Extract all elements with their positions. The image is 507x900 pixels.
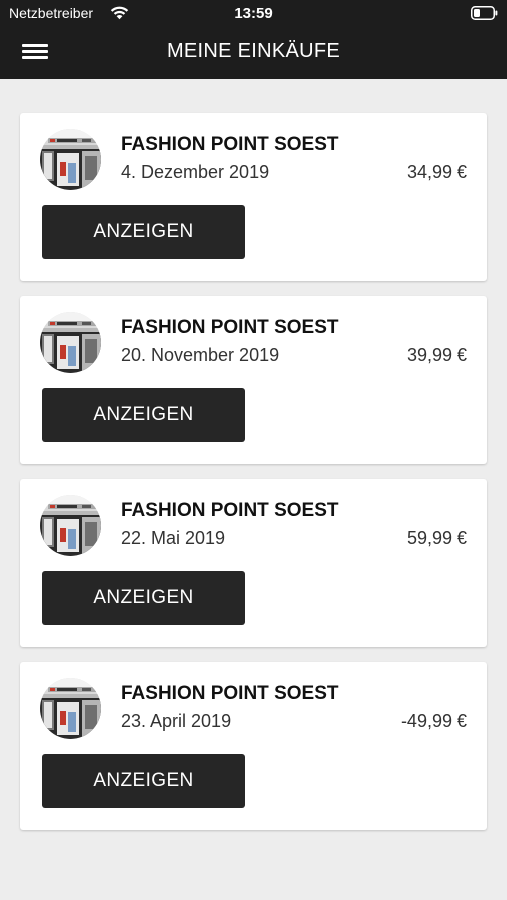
purchase-date: 23. April 2019 <box>121 711 232 731</box>
view-button[interactable]: ANZEIGEN <box>42 388 245 442</box>
view-button[interactable]: ANZEIGEN <box>42 205 245 259</box>
purchase-date: 4. Dezember 2019 <box>121 162 270 182</box>
store-avatar <box>40 495 101 556</box>
purchase-card: FASHION POINT SOEST 22. Mai 2019 59,99 €… <box>20 479 487 647</box>
store-avatar <box>40 678 101 739</box>
view-button[interactable]: ANZEIGEN <box>42 571 245 625</box>
store-name: FASHION POINT SOEST <box>121 317 339 338</box>
purchase-date: 20. November 2019 <box>121 345 280 365</box>
purchase-card: FASHION POINT SOEST 20. November 2019 39… <box>20 296 487 464</box>
purchase-card: FASHION POINT SOEST 4. Dezember 2019 34,… <box>20 113 487 281</box>
store-name: FASHION POINT SOEST <box>121 683 339 704</box>
page-title: MEINE EINKÄUFE <box>166 40 341 62</box>
purchase-amount: -49,99 € <box>400 711 467 731</box>
purchase-date: 22. Mai 2019 <box>121 528 226 548</box>
purchase-amount: 39,99 € <box>406 345 467 365</box>
purchase-amount: 34,99 € <box>406 162 467 182</box>
view-button[interactable]: ANZEIGEN <box>42 754 245 808</box>
battery-icon <box>471 6 498 20</box>
store-name: FASHION POINT SOEST <box>121 500 339 521</box>
status-time: 13:59 <box>234 5 273 22</box>
purchase-list: FASHION POINT SOEST 4. Dezember 2019 34,… <box>20 113 487 845</box>
app-header: Netzbetreiber 13:59 MEINE EINKÄUFE <box>0 0 507 79</box>
store-avatar <box>40 312 101 373</box>
store-avatar <box>40 129 101 190</box>
store-name: FASHION POINT SOEST <box>121 134 339 155</box>
status-bar: Netzbetreiber 13:59 <box>0 0 507 28</box>
purchase-card: FASHION POINT SOEST 23. April 2019 -49,9… <box>20 662 487 830</box>
purchase-amount: 59,99 € <box>406 528 467 548</box>
